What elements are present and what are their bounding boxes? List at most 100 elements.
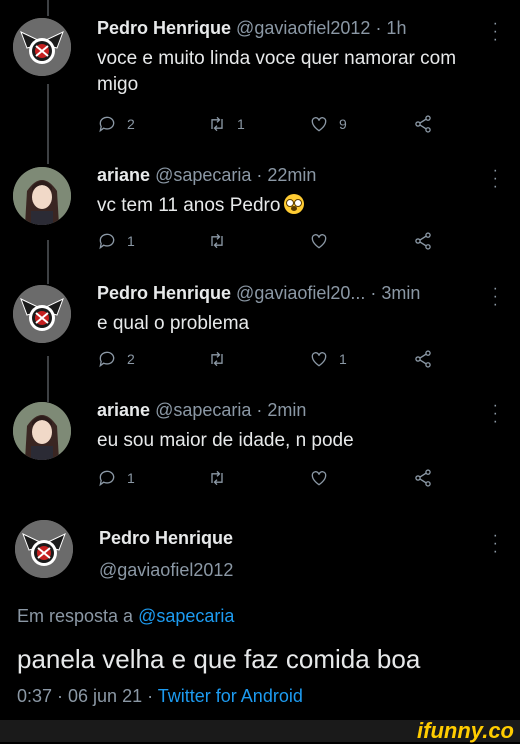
reply-icon: [99, 470, 115, 487]
avatar[interactable]: [15, 520, 73, 578]
retweet-button[interactable]: 1: [207, 114, 245, 134]
reply-context: Em resposta a @sapecaria: [17, 606, 234, 627]
tweet-text: vc tem 11 anos Pedro: [97, 193, 305, 219]
reply-count: 1: [127, 233, 135, 249]
retweet-icon: [211, 351, 223, 367]
tweet[interactable]: ariane @sapecaria · 2min · · · eu sou maio…: [0, 398, 520, 500]
share-icon: [415, 115, 431, 133]
heart-icon: [311, 117, 327, 132]
share-button[interactable]: [413, 468, 433, 488]
tweet[interactable]: ariane @sapecaria · 22min · · · vc tem 11 …: [0, 163, 520, 265]
tweet[interactable]: Pedro Henrique @gaviaofiel20... · 3min ·…: [0, 281, 520, 383]
tweet-header: Pedro Henrique @gaviaofiel20... · 3min: [97, 283, 420, 304]
heart-icon: [311, 471, 327, 486]
reply-button[interactable]: 2: [97, 349, 135, 369]
more-options-icon[interactable]: · · ·: [493, 398, 498, 430]
more-options-icon[interactable]: · · ·: [493, 281, 498, 313]
flushed-face-emoji-icon: [284, 194, 305, 214]
avatar[interactable]: [13, 18, 71, 76]
author-name[interactable]: ariane: [97, 165, 150, 185]
like-button[interactable]: 1: [309, 349, 347, 369]
tweet-text-line: voce e muito linda voce quer namorar com: [97, 48, 457, 69]
reply-icon: [99, 233, 115, 250]
retweet-icon: [211, 233, 223, 249]
share-icon: [415, 232, 431, 250]
tweet-text: voce e muito linda voce quer namorar com…: [97, 46, 456, 98]
reply-count: 2: [127, 351, 135, 367]
tweet-text: e qual o problema: [97, 311, 249, 337]
author-name[interactable]: Pedro Henrique: [97, 283, 231, 303]
tweet-actions: 2 1 9: [97, 114, 437, 138]
anime-avatar-icon: [13, 402, 71, 460]
share-icon: [415, 469, 431, 487]
retweet-button[interactable]: [207, 468, 237, 488]
like-count: 1: [339, 351, 347, 367]
tweet-header: ariane @sapecaria · 22min: [97, 165, 316, 186]
reply-count: 2: [127, 116, 135, 132]
author-handle[interactable]: @sapecaria: [155, 400, 251, 420]
avatar[interactable]: [13, 167, 71, 225]
like-button[interactable]: 9: [309, 114, 347, 134]
thread-line: [47, 0, 49, 16]
tweet[interactable]: Pedro Henrique @gaviaofiel2012 · 1h · · · …: [0, 16, 520, 148]
main-tweet: Pedro Henrique @gaviaofiel2012 · · · Em re…: [0, 520, 520, 720]
retweet-icon: [211, 116, 223, 132]
share-button[interactable]: [413, 114, 433, 134]
like-button[interactable]: [309, 468, 339, 488]
author-handle[interactable]: @gaviaofiel20...: [236, 283, 365, 303]
tweet-header: ariane @sapecaria · 2min: [97, 400, 306, 421]
avatar[interactable]: [13, 402, 71, 460]
reply-handle-link[interactable]: @sapecaria: [138, 606, 234, 626]
reply-button[interactable]: 1: [97, 231, 135, 251]
ifunny-watermark: ifunny.co: [417, 718, 514, 743]
main-tweet-text: panela velha e que faz comida boa: [17, 644, 421, 674]
avatar[interactable]: [13, 285, 71, 343]
author-handle[interactable]: @gaviaofiel2012: [99, 560, 233, 581]
more-options-icon[interactable]: · · ·: [493, 163, 498, 195]
share-button[interactable]: [413, 349, 433, 369]
reply-button[interactable]: 1: [97, 468, 135, 488]
author-name[interactable]: ariane: [97, 400, 150, 420]
reply-icon: [99, 351, 115, 368]
author-name[interactable]: Pedro Henrique: [97, 18, 231, 38]
reply-button[interactable]: 2: [97, 114, 135, 134]
corinthians-logo-icon: [13, 18, 71, 76]
source-link[interactable]: Twitter for Android: [158, 686, 303, 706]
more-options-icon[interactable]: · · ·: [493, 16, 498, 48]
author-name[interactable]: Pedro Henrique: [99, 528, 233, 549]
retweet-button[interactable]: [207, 349, 237, 369]
author-handle[interactable]: @sapecaria: [155, 165, 251, 185]
heart-icon: [311, 352, 327, 367]
reply-icon: [99, 116, 115, 133]
tweet-actions: 1: [97, 231, 437, 255]
tweet-text-line: eu sou maior de idade, n pode: [97, 430, 354, 451]
share-button[interactable]: [413, 231, 433, 251]
like-count: 9: [339, 116, 347, 132]
tweet-text: eu sou maior de idade, n pode: [97, 428, 354, 454]
author-handle[interactable]: @gaviaofiel2012: [236, 18, 370, 38]
tweet-time: · 3min: [370, 283, 421, 303]
tweet-text-line: vc tem 11 anos Pedro: [97, 195, 281, 216]
tweet-time: · 22min: [256, 165, 317, 185]
retweet-icon: [211, 470, 223, 486]
corinthians-logo-icon: [13, 285, 71, 343]
tweet-meta: 0:37 · 06 jun 21 · Twitter for Android: [17, 686, 303, 707]
like-button[interactable]: [309, 231, 339, 251]
tweet-time: · 1h: [375, 18, 407, 38]
retweet-count: 1: [237, 116, 245, 132]
reply-prefix: Em resposta a: [17, 606, 134, 626]
more-options-icon[interactable]: · · ·: [493, 528, 498, 560]
tweet-text-line: migo: [97, 74, 139, 95]
tweet-timestamp: 0:37 · 06 jun 21 ·: [17, 686, 154, 706]
corinthians-logo-icon: [15, 520, 73, 578]
share-icon: [415, 350, 431, 368]
tweet-text-line: e qual o problema: [97, 313, 250, 334]
tweet-actions: 2 1: [97, 349, 437, 373]
anime-avatar-icon: [13, 167, 71, 225]
tweet-header: Pedro Henrique @gaviaofiel2012 · 1h: [97, 18, 406, 39]
reply-count: 1: [127, 470, 135, 486]
heart-icon: [311, 234, 327, 249]
retweet-button[interactable]: [207, 231, 237, 251]
tweet-actions: 1: [97, 468, 437, 492]
tweet-time: · 2min: [256, 400, 307, 420]
